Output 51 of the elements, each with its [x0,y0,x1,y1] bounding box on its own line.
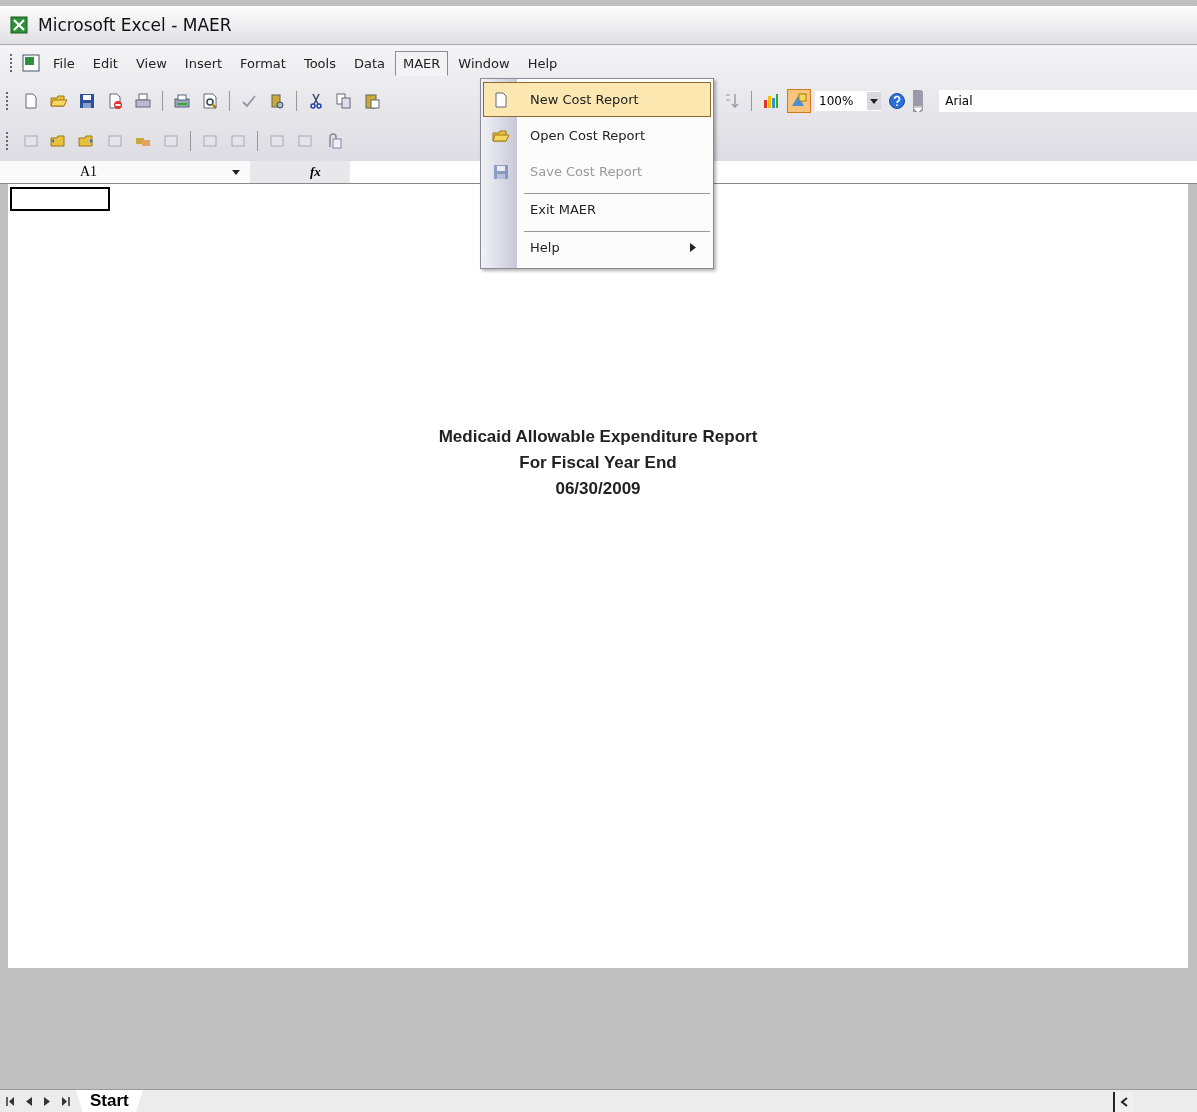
folder-back-icon[interactable] [50,132,68,150]
print-icon[interactable] [134,92,152,110]
last-sheet-icon[interactable] [62,1096,70,1106]
menu-item[interactable]: Window [450,50,518,76]
previous-sheet-icon[interactable] [26,1096,32,1106]
menu-item[interactable]: File [45,50,83,76]
folder-forward-icon[interactable] [78,132,96,150]
workbook-icon[interactable] [21,53,43,73]
font-field[interactable]: Arial [939,90,1197,112]
sheet-tab[interactable]: Start [76,1090,143,1112]
new-document-icon[interactable] [22,92,40,110]
report-heading: 06/30/2009 [555,478,641,500]
dropdown-icon[interactable] [232,169,240,175]
menu-item[interactable]: Format [232,50,294,76]
chart-icon[interactable] [762,92,780,110]
menu-item[interactable]: Open Cost Report [483,118,711,153]
printer-icon[interactable] [173,92,191,110]
name-box[interactable]: A1 [80,164,98,180]
menu-item[interactable]: Data [345,50,393,76]
menu-item[interactable]: Edit [84,50,126,76]
report-heading: Medicaid Allowable Expenditure Report [438,426,758,448]
dropdown-icon [870,98,879,104]
sort-descending-icon[interactable] [723,92,741,110]
copy-icon[interactable] [335,92,353,110]
excel-logo-icon [10,16,28,34]
menu-item[interactable]: Help [483,230,711,265]
menu-item[interactable]: View [127,50,175,76]
window-title: Microsoft Excel - MAER [38,15,232,35]
menu-item[interactable]: Tools [295,50,344,76]
function-label[interactable]: fx [310,164,321,180]
open-folder-icon[interactable] [50,92,68,110]
first-sheet-icon[interactable] [6,1096,14,1106]
zoom-field[interactable]: 100% [815,91,882,111]
menu-item[interactable]: Exit MAER [483,192,711,227]
document-permission-icon[interactable] [106,92,124,110]
paste-icon[interactable] [363,92,381,110]
scroll-left-icon[interactable] [1120,1097,1128,1107]
print-preview-icon[interactable] [201,92,219,110]
research-book-icon[interactable] [268,92,286,110]
submenu-arrow-icon [690,243,696,252]
selected-cell[interactable] [10,187,110,211]
help-icon[interactable] [888,92,907,110]
menu-item[interactable]: New Cost Report [483,82,711,117]
menu-item[interactable]: MAER [395,50,449,76]
menu-item[interactable]: Help [519,50,566,76]
report-heading: For Fiscal Year End [519,452,677,474]
cut-icon[interactable] [307,92,325,110]
menu-item[interactable]: Insert [176,50,231,76]
toolbar-options-icon[interactable] [914,106,923,112]
next-sheet-icon[interactable] [44,1096,50,1106]
new-document-icon [492,90,510,109]
